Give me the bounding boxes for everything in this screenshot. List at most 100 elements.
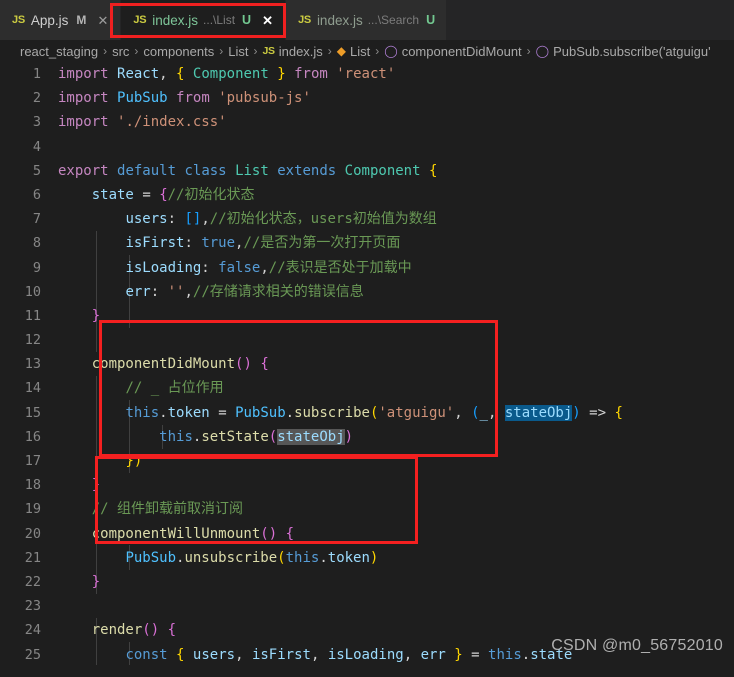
code-line: 14 // _ 占位作用 (0, 376, 734, 400)
code-line: 15 this.token = PubSub.subscribe('atguig… (0, 401, 734, 425)
selected-token[interactable]: stateObj (504, 404, 573, 421)
code-line: 12 (0, 328, 734, 352)
code-line: 18 } (0, 473, 734, 497)
tab-app-js[interactable]: JS App.js M ✕ (0, 0, 122, 40)
line-content[interactable]: render() { (58, 618, 176, 642)
code-line: 2 import PubSub from 'pubsub-js' (0, 86, 734, 110)
line-content[interactable]: import PubSub from 'pubsub-js' (58, 86, 311, 110)
code-line: 20 componentWillUnmount() { (0, 522, 734, 546)
line-content[interactable]: state = {//初始化状态 (58, 183, 255, 207)
breadcrumb-item-component-did-mount[interactable]: componentDidMount (402, 44, 522, 59)
code-lines: 1 import React, { Component } from 'reac… (0, 62, 734, 665)
line-number: 5 (32, 162, 41, 179)
line-number: 13 (24, 356, 41, 373)
line-content[interactable]: } (58, 304, 100, 328)
line-number: 4 (32, 138, 41, 155)
tab-description: ...\List (203, 13, 236, 27)
breadcrumb-separator: › (103, 44, 108, 58)
code-line: 19 // 组件卸载前取消订阅 (0, 497, 734, 521)
line-number: 6 (32, 186, 41, 203)
breadcrumb-item-components[interactable]: components (143, 44, 214, 59)
code-line: 21 PubSub.unsubscribe(this.token) (0, 546, 734, 570)
breadcrumb-item-list-folder[interactable]: List (228, 44, 248, 59)
line-content[interactable]: err: '',//存储请求相关的错误信息 (58, 280, 363, 304)
code-line: 3 import './index.css' (0, 110, 734, 134)
breadcrumb-item-react-staging[interactable]: react_staging (20, 44, 98, 59)
watermark: CSDN @m0_56752010 (551, 637, 723, 654)
breadcrumb-separator: › (134, 44, 139, 58)
code-line: 10 err: '',//存储请求相关的错误信息 (0, 280, 734, 304)
breadcrumb-item-src[interactable]: src (112, 44, 129, 59)
close-icon[interactable]: ✕ (261, 14, 274, 27)
line-content[interactable]: import React, { Component } from 'react' (58, 62, 395, 86)
line-content[interactable]: // _ 占位作用 (58, 376, 223, 400)
highlighted-token[interactable]: stateObj (277, 428, 345, 445)
code-line: 23 (0, 594, 734, 618)
class-icon: ◆ (336, 44, 347, 58)
code-line: 11 } (0, 304, 734, 328)
code-line: 9 isLoading: false,//表识是否处于加载中 (0, 256, 734, 280)
line-number: 24 (24, 622, 41, 639)
tab-label: index.js (152, 12, 199, 28)
line-content[interactable]: users: [],//初始化状态，users初始值为数组 (58, 207, 436, 231)
line-content[interactable]: export default class List extends Compon… (58, 159, 437, 183)
method-icon: ◯ (535, 44, 550, 58)
js-file-icon: JS (12, 14, 25, 26)
line-number: 18 (24, 477, 41, 494)
code-editor[interactable]: 1 import React, { Component } from 'reac… (0, 62, 734, 665)
breadcrumb-item-list-class[interactable]: List (350, 44, 370, 59)
line-number: 10 (24, 283, 41, 300)
tab-modified-badge: M (76, 13, 87, 27)
line-content[interactable]: isFirst: true,//是否为第一次打开页面 (58, 231, 400, 255)
code-line: 6 state = {//初始化状态 (0, 183, 734, 207)
breadcrumb-separator: › (219, 44, 224, 58)
line-content[interactable]: import './index.css' (58, 110, 227, 134)
line-number: 8 (32, 235, 41, 252)
tab-index-js-search[interactable]: JS index.js ...\Search U (286, 0, 448, 40)
js-file-icon: JS (298, 14, 311, 26)
line-number: 11 (24, 307, 41, 324)
tab-untracked-badge: U (426, 13, 436, 27)
line-content[interactable]: this.token = PubSub.subscribe('atguigu',… (58, 401, 623, 425)
line-number: 17 (24, 453, 41, 469)
line-content[interactable]: PubSub.unsubscribe(this.token) (58, 546, 378, 570)
breadcrumb-separator: › (327, 44, 332, 58)
tab-description: ...\Search (367, 13, 420, 27)
line-content[interactable]: this.setState(stateObj) (58, 425, 353, 449)
code-line: 13 componentDidMount() { (0, 352, 734, 376)
tab-label: App.js (30, 12, 69, 28)
breadcrumb-separator: › (526, 44, 531, 58)
line-content[interactable]: }) (58, 449, 142, 473)
code-line: 7 users: [],//初始化状态，users初始值为数组 (0, 207, 734, 231)
code-line: 17 }) (0, 449, 734, 473)
line-content[interactable]: // 组件卸载前取消订阅 (58, 497, 243, 521)
line-number: 25 (24, 646, 41, 663)
line-content[interactable]: } (58, 473, 100, 497)
code-line: 16 this.setState(stateObj) (0, 425, 734, 449)
close-icon[interactable]: ✕ (96, 14, 109, 27)
line-content[interactable]: isLoading: false,//表识是否处于加载中 (58, 256, 411, 280)
code-line: 1 import React, { Component } from 'reac… (0, 62, 734, 86)
line-number: 19 (24, 501, 41, 518)
line-number: 21 (24, 549, 41, 566)
vscode-window: JS App.js M ✕ JS index.js ...\List U ✕ J… (0, 0, 734, 677)
breadcrumb-item-pubsub-subscribe[interactable]: PubSub.subscribe('atguigu' (553, 44, 710, 59)
method-icon: ◯ (384, 44, 398, 58)
line-content[interactable]: componentDidMount() { (58, 352, 269, 376)
code-line: 5 export default class List extends Comp… (0, 159, 734, 183)
line-content[interactable]: const { users, isFirst, isLoading, err }… (58, 643, 572, 666)
tab-index-js-list[interactable]: JS index.js ...\List U ✕ (121, 0, 287, 40)
line-number: 1 (32, 66, 41, 82)
line-content[interactable]: componentWillUnmount() { (58, 522, 294, 546)
line-number: 14 (24, 380, 41, 397)
line-number: 12 (24, 332, 41, 349)
breadcrumb-item-index-js[interactable]: index.js (279, 44, 323, 59)
code-line: 4 (0, 135, 734, 159)
line-content[interactable]: } (58, 570, 100, 594)
editor-tab-bar: JS App.js M ✕ JS index.js ...\List U ✕ J… (0, 0, 734, 40)
line-number: 16 (24, 428, 41, 445)
line-number: 22 (24, 573, 41, 590)
line-number: 15 (24, 404, 41, 421)
tab-untracked-badge: U (242, 13, 252, 27)
breadcrumb-separator: › (375, 44, 380, 58)
